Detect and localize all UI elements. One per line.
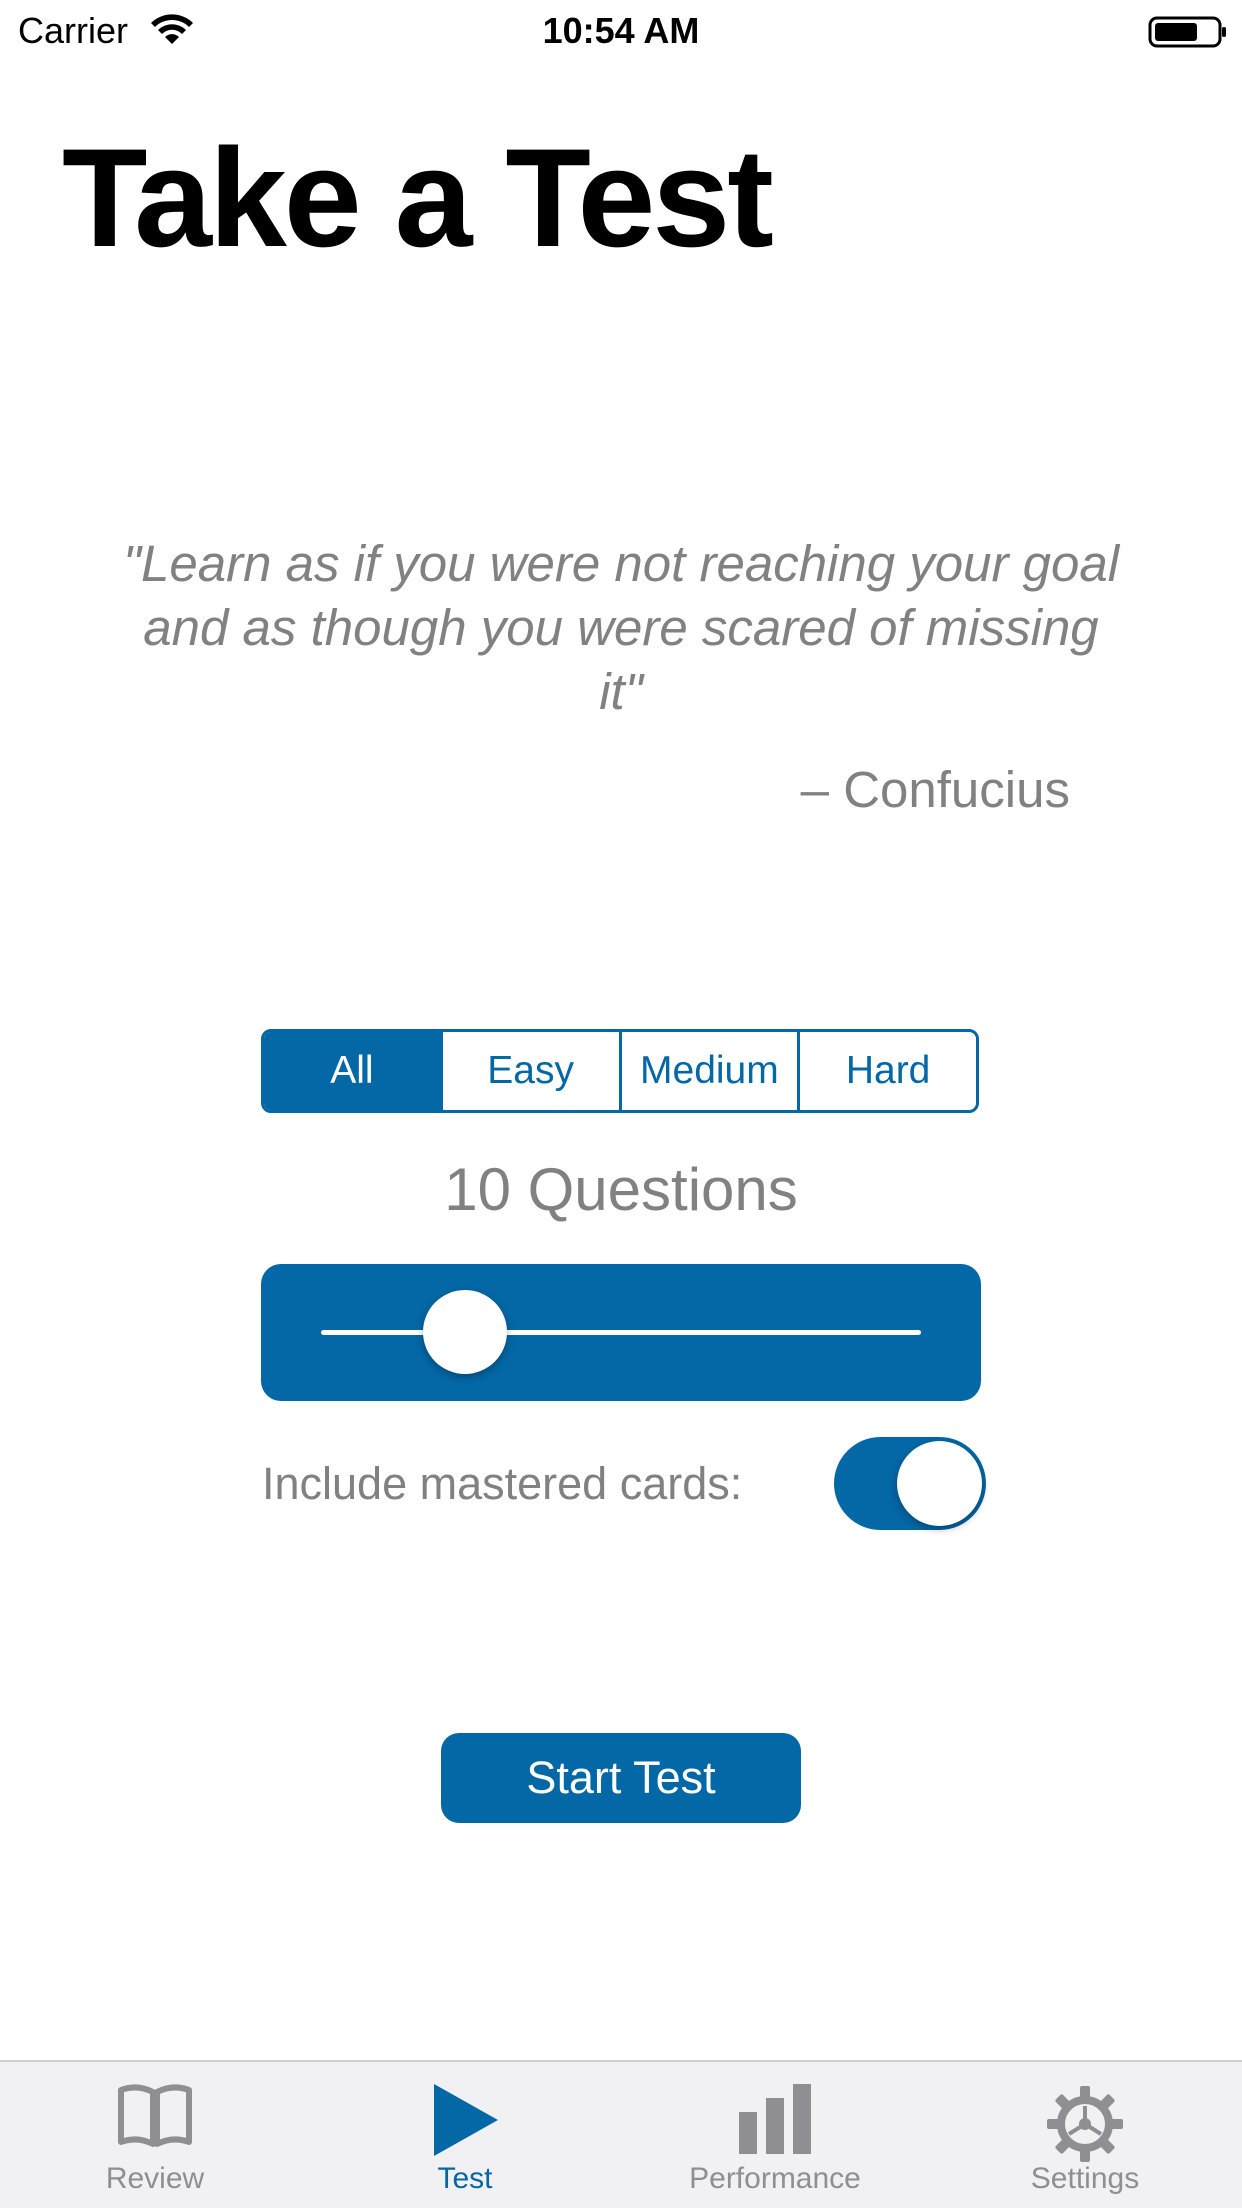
bar-chart-icon (739, 2084, 811, 2154)
segment-easy[interactable]: Easy (439, 1032, 619, 1110)
tab-settings[interactable]: Settings (930, 2062, 1240, 2210)
difficulty-segmented-control: All Easy Medium Hard (261, 1029, 979, 1113)
tab-test[interactable]: Test (310, 2062, 620, 2210)
slider-track (321, 1330, 921, 1335)
play-icon (434, 2084, 498, 2156)
gear-icon (1047, 2086, 1123, 2162)
page-title: Take a Test (62, 119, 774, 276)
start-test-button[interactable]: Start Test (441, 1733, 801, 1823)
quote-author: – Confucius (800, 761, 1070, 818)
segment-medium[interactable]: Medium (618, 1032, 798, 1110)
tab-settings-label: Settings (1030, 2162, 1140, 2195)
tab-performance[interactable]: Performance (620, 2062, 930, 2210)
tab-review-label: Review (105, 2162, 205, 2195)
quote-text: "Learn as if you were not reaching your … (122, 535, 1120, 720)
tab-test-label: Test (437, 2162, 493, 2195)
question-count-label: 10 Questions (444, 1156, 798, 1223)
include-mastered-label: Include mastered cards: (262, 1458, 743, 1509)
tab-performance-label: Performance (689, 2162, 861, 2195)
status-bar: Carrier 10:54 AM (0, 0, 1242, 60)
tab-review[interactable]: Review (0, 2062, 310, 2210)
slider-thumb[interactable] (423, 1290, 507, 1374)
segment-all[interactable]: All (264, 1032, 440, 1110)
include-mastered-toggle[interactable] (834, 1437, 986, 1530)
segment-hard[interactable]: Hard (797, 1032, 976, 1110)
toggle-knob (897, 1441, 982, 1526)
battery-icon (1148, 16, 1226, 48)
tab-bar: Review Test Performance Settings (0, 2060, 1242, 2208)
status-time: 10:54 AM (542, 10, 700, 51)
book-icon (118, 2084, 192, 2147)
question-count-slider[interactable] (261, 1264, 981, 1401)
